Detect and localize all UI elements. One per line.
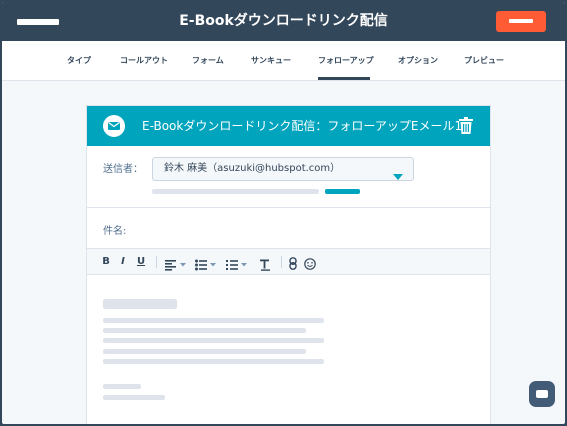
body-text-line — [103, 328, 306, 333]
top-bar: E-Bookダウンロードリンク配信 — [2, 2, 565, 41]
subject-label: 件名: — [103, 226, 127, 237]
numbered-list-icon[interactable] — [226, 256, 250, 275]
rich-text-toolbar: B I U — [87, 248, 490, 275]
followup-email-card: E-Bookダウンロードリンク配信：フォローアップEメール1 送信者： 鈴木 麻… — [86, 105, 491, 424]
tab-type[interactable]: タイプ — [67, 41, 91, 81]
chat-button[interactable] — [529, 381, 555, 407]
link-icon[interactable] — [289, 255, 297, 274]
tab-form[interactable]: フォーム — [192, 41, 224, 81]
tab-followup[interactable]: フォローアップ — [318, 41, 374, 81]
tab-preview[interactable]: プレビュー — [464, 41, 504, 81]
sender-value: 鈴木 麻美（asuzuki@hubspot.com） — [164, 163, 341, 174]
tab-options[interactable]: オプション — [398, 41, 438, 81]
chat-icon — [536, 390, 548, 398]
body-text-line — [103, 359, 324, 364]
toolbar-separator — [281, 256, 282, 268]
card-title: E-Bookダウンロードリンク配信：フォローアップEメール1 — [142, 119, 463, 133]
sender-helper-text — [152, 189, 319, 194]
underline-icon[interactable]: U — [135, 249, 147, 274]
body-heading-placeholder — [103, 299, 177, 309]
align-icon[interactable] — [165, 256, 189, 275]
body-text-line — [103, 338, 324, 343]
card-header: E-Bookダウンロードリンク配信：フォローアップEメール1 — [87, 106, 490, 146]
body-text-line — [103, 318, 324, 323]
body-text-line — [103, 349, 306, 354]
divider — [87, 207, 490, 208]
publish-button[interactable] — [496, 11, 546, 32]
clear-format-icon[interactable] — [259, 256, 271, 275]
mail-icon — [103, 115, 125, 137]
sender-edit-link[interactable] — [325, 189, 360, 194]
sender-select[interactable]: 鈴木 麻美（asuzuki@hubspot.com） — [152, 157, 414, 181]
active-tab-indicator — [318, 77, 370, 80]
tab-bar: タイプ コールアウト フォーム サンキュー フォローアップ オプション プレビュ… — [2, 41, 565, 81]
chevron-down-icon — [393, 166, 403, 180]
body-text-line — [103, 395, 165, 400]
body-text-line — [103, 384, 141, 389]
emoji-icon[interactable] — [304, 255, 316, 274]
bold-icon[interactable]: B — [100, 249, 112, 274]
page-title: E-Bookダウンロードリンク配信 — [179, 13, 388, 29]
bullet-list-icon[interactable] — [195, 256, 219, 275]
toolbar-separator — [156, 256, 157, 268]
sender-label: 送信者： — [103, 164, 143, 175]
italic-icon[interactable]: I — [118, 249, 128, 274]
publish-button-label — [509, 19, 533, 23]
tab-thankyou[interactable]: サンキュー — [251, 41, 291, 81]
tab-callout[interactable]: コールアウト — [120, 41, 168, 81]
trash-icon[interactable] — [459, 117, 473, 134]
app-frame: E-Bookダウンロードリンク配信 タイプ コールアウト フォーム サンキュー … — [2, 2, 565, 424]
